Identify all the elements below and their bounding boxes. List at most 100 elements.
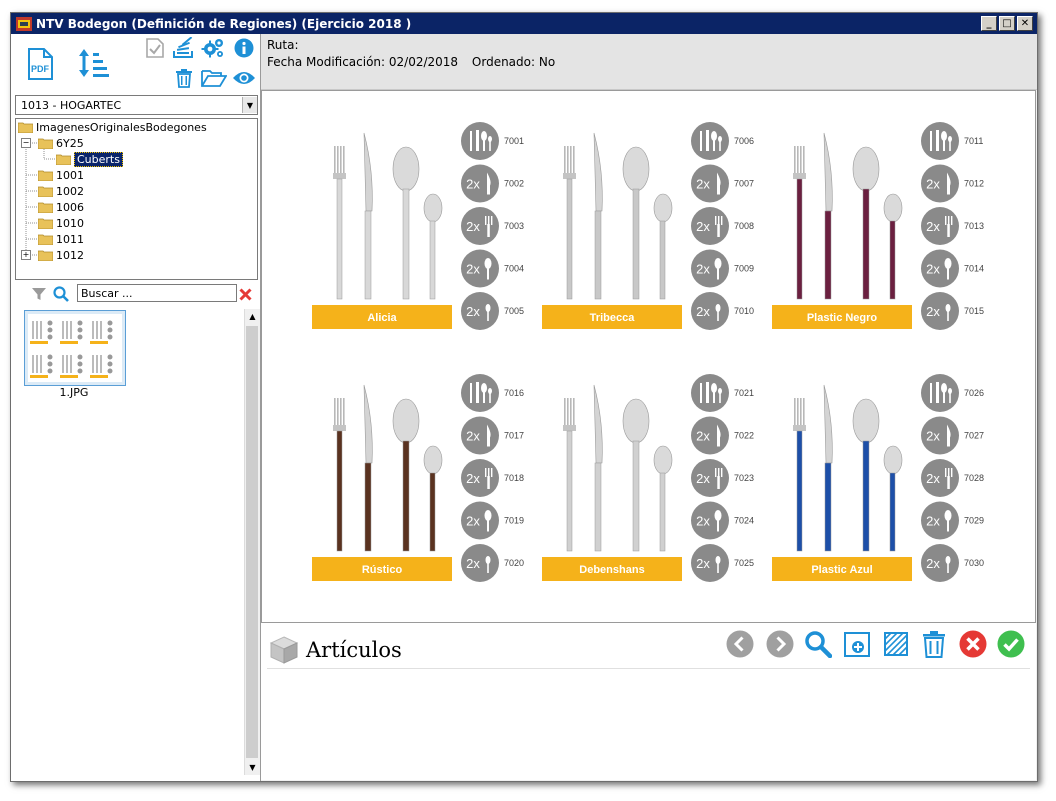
piece-badge[interactable]: 7006 [691,122,754,160]
piece-badge[interactable]: 7021 [691,374,754,412]
cutlery-set[interactable]: Alicia 7001 2x 7002 2x 7003 2x 7004 2x 7005 [312,122,524,330]
scroll-up-icon[interactable]: ▲ [245,309,260,324]
piece-badge[interactable]: 7011 [921,122,983,160]
filter-icon[interactable] [31,286,47,302]
piece-code: 7016 [504,388,524,398]
piece-badge[interactable]: 2x 7015 [921,292,984,330]
info-icon[interactable] [233,37,255,59]
tree-node-6y25[interactable]: 6Y25 [38,135,84,151]
confirm-button[interactable] [996,629,1026,659]
folder-icon [38,138,53,149]
piece-code: 7005 [504,306,524,316]
piece-badge[interactable]: 2x 7019 [461,501,524,540]
cutlery-set[interactable]: Plastic Negro 7011 2x 7012 2x 7013 2x 7014 2x 701… [772,122,984,330]
piece-badge[interactable]: 2x 7030 [921,544,984,582]
search-articles-button[interactable] [803,629,833,659]
dropdown-arrow-icon[interactable]: ▼ [242,97,257,113]
piece-badge[interactable]: 2x 7025 [691,544,754,582]
thumbnail-image[interactable] [24,310,126,386]
piece-code: 7002 [504,179,524,189]
piece-badge[interactable]: 2x 7023 [691,459,754,497]
minimize-button[interactable]: _ [981,16,997,31]
piece-badge[interactable]: 2x 7008 [691,207,754,245]
piece-badge[interactable]: 7016 [461,374,524,412]
check-document-icon[interactable] [144,37,166,59]
scrollbar-thumb[interactable] [246,326,258,758]
piece-badge[interactable]: 2x 7027 [921,416,984,455]
gears-icon[interactable] [201,37,225,59]
open-folder-icon[interactable] [201,67,227,89]
region-button[interactable] [881,629,911,659]
spoon-icon [392,398,420,552]
thumbnail-scrollbar[interactable]: ▲ ▼ [244,309,260,775]
cutlery-set[interactable]: Tribecca 7006 2x 7007 2x 7008 2x 7009 2x 7010 [542,122,754,330]
piece-badge[interactable]: 2x 7018 [461,459,524,497]
cancel-icon [959,630,987,658]
piece-badge[interactable]: 2x 7004 [461,249,524,288]
tree-node-1001[interactable]: 1001 [38,167,84,183]
piece-badge[interactable]: 2x 7013 [921,207,984,245]
piece-code: 7007 [734,179,754,189]
tree-node-1006[interactable]: 1006 [38,199,84,215]
trash-icon[interactable] [173,67,195,89]
catalog-image-area[interactable]: Alicia 7001 2x 7002 2x 7003 2x 7004 2x 7005 Tribec… [261,90,1036,623]
cutlery-set[interactable]: Debenshans 7021 2x 7022 2x 7023 2x 7024 2x 7025 [542,374,754,582]
window-title: NTV Bodegon (Definición de Regiones) (Ej… [36,16,412,31]
teaspoon-icon [653,445,673,552]
tree-node-1010[interactable]: 1010 [38,215,84,231]
badge-multiplier: 2x [466,556,480,571]
search-icon[interactable] [53,286,69,302]
tree-node-1011[interactable]: 1011 [38,231,84,247]
piece-badge[interactable]: 2x 7020 [461,544,524,582]
expand-icon[interactable]: + [21,250,31,260]
tree-node-1012[interactable]: 1012 [38,247,84,263]
stack-icon[interactable] [172,37,196,59]
tree-node-label-selected: Cuberts [74,151,123,167]
piece-badge[interactable]: 2x 7017 [461,416,524,455]
left-toolbar: PDF [11,34,260,92]
piece-badge[interactable]: 7026 [921,374,984,412]
scroll-down-icon[interactable]: ▼ [245,760,260,775]
company-select[interactable]: 1013 - HOGARTEC ▼ [15,95,258,115]
cancel-button[interactable] [958,629,988,659]
piece-badge[interactable]: 2x 7002 [461,164,524,203]
piece-badge[interactable]: 2x 7024 [691,501,754,540]
delete-article-button[interactable] [919,629,949,659]
badge-multiplier: 2x [926,304,940,319]
piece-badge[interactable]: 2x 7022 [691,416,754,455]
articulos-divider [267,668,1030,669]
search-input[interactable] [77,284,237,302]
next-button[interactable] [765,629,795,659]
piece-badge[interactable]: 2x 7009 [691,249,754,288]
piece-badge[interactable]: 2x 7005 [461,292,524,330]
tree-node-root[interactable]: ImagenesOriginalesBodegones [18,119,207,135]
fork-icon [333,146,346,300]
pdf-icon[interactable]: PDF [25,48,55,80]
piece-badge[interactable]: 2x 7029 [921,501,984,540]
collapse-icon[interactable]: − [21,138,31,148]
folder-tree: ImagenesOriginalesBodegones − 6Y25 Cuber… [15,118,258,280]
tree-node-1002[interactable]: 1002 [38,183,84,199]
piece-badge[interactable]: 2x 7014 [921,249,984,288]
close-window-button[interactable]: ✕ [1017,16,1033,31]
piece-badge[interactable]: 2x 7028 [921,459,984,497]
piece-badge[interactable]: 7001 [461,122,524,160]
folder-icon [56,154,71,165]
add-article-button[interactable] [842,629,872,659]
tree-node-cuberts[interactable]: Cuberts [56,151,123,167]
cutlery-set[interactable]: Plastic Azul 7026 2x 7027 2x 7028 2x 7029 2x 7030 [772,374,984,582]
piece-badge[interactable]: 2x 7007 [691,164,754,203]
previous-button[interactable] [725,629,755,659]
spoon-icon [852,146,880,300]
piece-badge[interactable]: 2x 7010 [691,292,754,330]
clear-search-icon[interactable] [237,286,253,302]
knife-icon [363,132,373,300]
eye-icon[interactable] [231,67,257,89]
badge-multiplier: 2x [926,556,940,571]
piece-badge[interactable]: 2x 7003 [461,207,524,245]
sort-order-icon[interactable] [75,46,111,80]
cutlery-set[interactable]: Rústico 7016 2x 7017 2x 7018 2x 7019 2x 7020 [312,374,524,582]
piece-badge[interactable]: 2x 7012 [921,164,984,203]
badge-multiplier: 2x [926,471,940,486]
maximize-button[interactable]: □ [999,16,1015,31]
